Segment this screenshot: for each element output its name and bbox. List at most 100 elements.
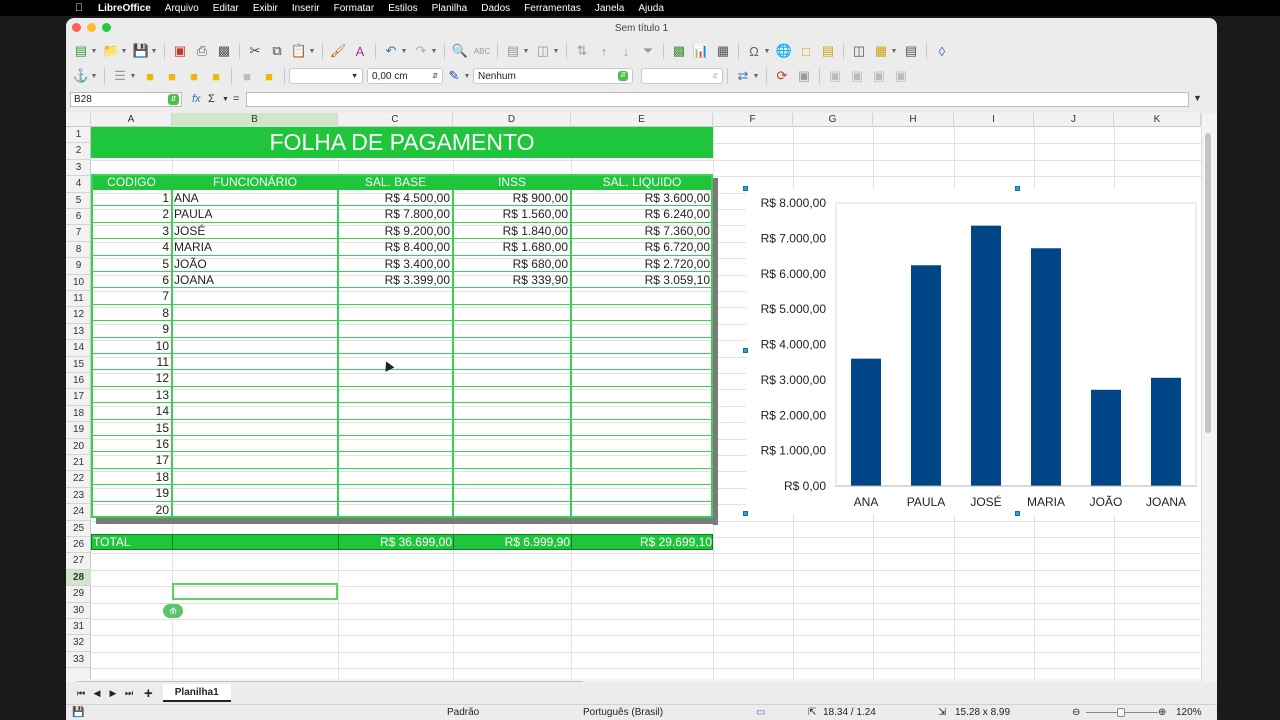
row-header[interactable]: 29 [66,586,91,603]
row-dropdown-icon[interactable]: ▼ [522,42,530,60]
transformations-dropdown-icon[interactable]: ▼ [752,67,760,85]
open-dropdown-icon[interactable]: ▼ [120,42,128,60]
cell-code[interactable]: 14 [92,404,170,419]
zoom-in-icon[interactable]: ⊕ [1158,707,1166,718]
cell-liquid[interactable]: R$ 3.059,10 [572,273,711,288]
insert-chart-icon[interactable]: 📊 [692,42,710,60]
cell-base[interactable]: R$ 8.400,00 [339,240,451,255]
find-replace-icon[interactable]: 🔍 [451,42,469,60]
cell-name[interactable]: JOSÉ [173,224,336,239]
zoom-slider-thumb[interactable] [1117,708,1125,717]
freeze-dropdown-icon[interactable]: ▼ [890,42,898,60]
total-inss[interactable]: R$ 6.999,90 [454,535,570,549]
sort-icon[interactable]: ⇅ [573,42,591,60]
sheet-tab-planilha1[interactable]: Planilha1 [162,684,231,702]
comment-icon[interactable]: □ [797,42,815,60]
cell-inss[interactable]: R$ 680,00 [454,257,569,272]
row-header[interactable]: 33 [66,652,91,669]
apple-icon[interactable]:  [72,2,86,14]
sum-icon[interactable]: Σ [208,93,215,105]
row-header[interactable]: 18 [66,406,91,423]
maximize-window-button[interactable] [102,23,111,32]
column-header-d[interactable]: D [453,113,571,127]
cell-code[interactable]: 16 [92,437,170,452]
zoom-out-icon[interactable]: ⊖ [1072,707,1080,718]
column-header-g[interactable]: G [793,113,873,127]
row-header[interactable]: 21 [66,455,91,472]
cell-liquid[interactable]: R$ 6.240,00 [572,207,711,222]
cut-icon[interactable]: ✂ [246,42,264,60]
cell-code[interactable]: 2 [92,207,170,222]
zoom-level[interactable]: 120% [1176,707,1202,718]
vertical-scroll-thumb[interactable] [1205,133,1211,433]
header-sal-base[interactable]: SAL. BASE [338,175,453,189]
line-width-spin[interactable]: 0,00 cm ⇵ [367,68,443,84]
ungroup-icon[interactable]: ▣ [892,67,910,85]
row-header[interactable]: 6 [66,209,91,226]
name-box-dropdown-icon[interactable]: ⇵ [168,94,179,105]
row-header[interactable]: 27 [66,553,91,570]
bring-to-front-icon[interactable]: ■ [141,67,159,85]
row-header[interactable]: 2 [66,143,91,160]
to-background-icon[interactable]: ■ [238,67,256,85]
column-icon[interactable]: ◫ [534,42,552,60]
select-all-corner[interactable] [66,113,91,127]
cell-code[interactable]: 8 [92,306,170,321]
row-header[interactable]: 32 [66,635,91,652]
special-character-icon[interactable]: Ω [745,42,763,60]
bar-maria[interactable] [1031,248,1061,486]
selected-cell-b28[interactable] [172,583,338,600]
spreadsheet-grid[interactable]: A B C D E F G H I J K 1 2 3 4 5 6 7 8 9 10 11 12 13 1… [66,113,1201,693]
cell-code[interactable]: 9 [92,322,170,337]
define-print-area-icon[interactable]: ◫ [850,42,868,60]
column-header-e[interactable]: E [571,113,713,127]
cell-name[interactable]: JOÃO [173,257,336,272]
line-color-dropdown-icon[interactable]: ▼ [463,67,471,85]
menu-exibir[interactable]: Exibir [253,3,278,14]
row-header[interactable]: 30 [66,603,91,619]
row-header[interactable]: 26 [66,537,91,554]
new-dropdown-icon[interactable]: ▼ [90,42,98,60]
formula-input[interactable] [246,92,1189,107]
bar-josé[interactable] [971,225,1001,486]
menu-estilos[interactable]: Estilos [388,3,417,14]
to-foreground-icon[interactable]: ■ [260,67,278,85]
cell-area[interactable]: FOLHA DE PAGAMENTO CODIGO FUNCIONÁRIO SA… [91,127,1201,693]
line-style-select[interactable]: ▼ [289,68,363,84]
total-sal-liquido[interactable]: R$ 29.699,10 [572,535,712,549]
name-box[interactable]: B28 [70,92,182,107]
paste-dropdown-icon[interactable]: ▼ [308,42,316,60]
autofill-options-icon[interactable]: ⟰ [163,604,183,618]
cell-liquid[interactable]: R$ 7.360,00 [572,224,711,239]
menu-dados[interactable]: Dados [481,3,510,14]
send-to-back-icon[interactable]: ■ [207,67,225,85]
anchor-icon[interactable]: ⚓ [72,67,90,85]
cell-inss[interactable]: R$ 900,00 [454,191,569,206]
next-sheet-icon[interactable]: ▶ [106,688,120,699]
cell-code[interactable]: 10 [92,339,170,354]
row-header[interactable]: 9 [66,258,91,275]
menu-formatar[interactable]: Formatar [334,3,375,14]
text-language[interactable]: Português (Brasil) [583,707,663,718]
cell-liquid[interactable]: R$ 6.720,00 [572,240,711,255]
save-icon[interactable]: 💾 [132,42,150,60]
row-header[interactable]: 5 [66,193,91,209]
chart-handle-top-left[interactable] [743,186,748,191]
cell-code[interactable]: 20 [92,503,170,518]
cell-code[interactable]: 6 [92,273,170,288]
column-header-k[interactable]: K [1114,113,1201,127]
row-header[interactable]: 23 [66,488,91,505]
page-style[interactable]: Padrão [447,707,479,718]
area-style-select[interactable]: Nenhum ⇵ [473,68,633,84]
menu-inserir[interactable]: Inserir [292,3,320,14]
cell-name[interactable]: MARIA [173,240,336,255]
menu-ferramentas[interactable]: Ferramentas [524,3,581,14]
redo-icon[interactable]: ↷ [412,42,430,60]
headers-footers-icon[interactable]: ▤ [819,42,837,60]
first-sheet-icon[interactable]: ⏮ [74,688,88,699]
cell-code[interactable]: 18 [92,470,170,485]
cell-name[interactable]: PAULA [173,207,336,222]
cell-name[interactable]: JOANA [173,273,336,288]
save-dropdown-icon[interactable]: ▼ [150,42,158,60]
header-codigo[interactable]: CODIGO [91,175,172,189]
